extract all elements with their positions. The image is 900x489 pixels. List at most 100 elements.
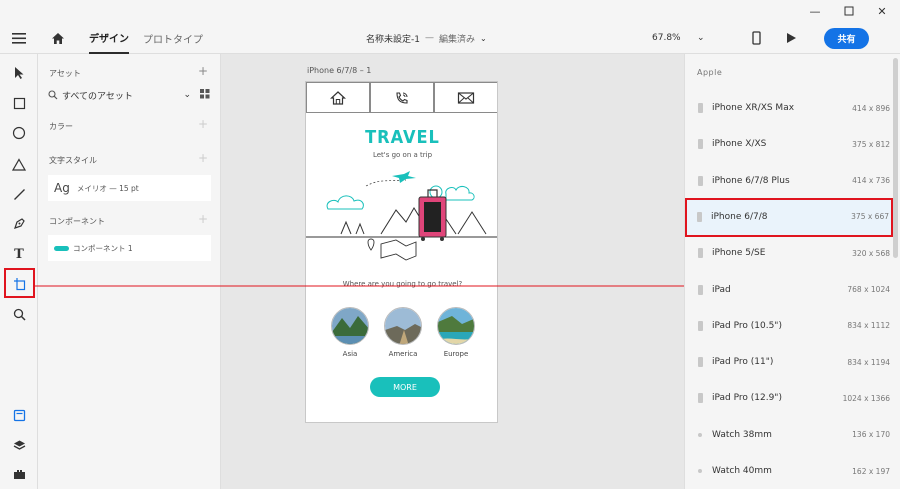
device-size: 414 x 896 [852,103,890,113]
phone-device-icon [698,284,703,295]
more-button[interactable]: MORE [370,377,440,397]
tab-prototype[interactable]: プロトタイプ [143,22,203,54]
play-preview-icon[interactable] [786,22,797,54]
mail-icon [457,91,475,104]
assets-panel: アセット + すべてのアセット ⌄ カラー + 文字スタイル + Ag メイリオ… [38,54,221,489]
share-button[interactable]: 共有 [824,28,869,49]
ellipse-tool-icon[interactable] [7,121,31,145]
travel-subtitle: Let's go on a trip [372,151,433,159]
device-name: Watch 40mm [712,466,772,476]
maximize-icon[interactable] [831,0,867,22]
travel-title: TRAVEL [365,127,440,148]
text-tool-icon[interactable]: T [7,242,31,266]
chevron-down-icon: ⌄ [183,90,191,100]
device-preset-item[interactable]: iPad 768 x 1024 [685,272,900,308]
device-name: iPhone XR/XS Max [712,103,795,113]
device-size: 162 x 197 [852,466,890,476]
destination-label-america: America [388,350,418,358]
text-style-sample: Ag [54,181,70,195]
phone-device-icon [698,103,703,113]
device-size: 375 x 812 [852,139,890,149]
device-size: 834 x 1194 [847,357,890,367]
assets-panel-icon[interactable] [7,403,31,427]
watch-device-icon [698,432,702,437]
device-size: 320 x 568 [852,248,890,258]
device-name: iPhone 6/7/8 Plus [712,175,790,186]
zoom-tool-icon[interactable] [7,302,31,326]
device-preset-item[interactable]: iPad Pro (12.9") 1024 x 1366 [685,380,900,416]
home-outline-icon [330,90,346,105]
search-icon [48,90,58,100]
destination-label-asia: Asia [342,350,358,358]
device-preset-item[interactable]: Watch 38mm 136 x 170 [685,417,900,453]
device-size: 414 x 736 [852,176,890,186]
document-title[interactable]: 名称未設定-1 — 編集済み ⌄ [366,22,487,54]
device-size: 768 x 1024 [847,285,890,294]
device-name: iPhone X/XS [712,139,767,150]
zoom-chevron-icon[interactable]: ⌄ [697,22,705,54]
add-color-icon[interactable]: + [198,117,208,131]
asset-filter-label: すべてのアセット [62,91,133,102]
device-preset-item[interactable]: iPad Pro (11") 834 x 1194 [685,344,900,380]
device-preset-item[interactable]: iPad Pro (10.5") 834 x 1112 [685,308,900,344]
polygon-tool-icon[interactable] [7,152,31,176]
pen-tool-icon[interactable] [7,212,31,236]
device-preview-icon[interactable] [752,22,761,54]
phone-device-icon [698,175,703,186]
text-style-item[interactable]: Ag メイリオ — 15 pt [48,175,211,201]
device-preset-item[interactable]: iPhone 5/SE 320 x 568 [685,235,900,271]
add-text-style-icon[interactable]: + [198,151,208,165]
asset-filter-select[interactable]: すべてのアセット ⌄ [48,87,191,103]
tab-design[interactable]: デザイン [89,22,129,54]
plugins-icon[interactable] [7,462,31,486]
component-name: コンポーネント 1 [73,243,133,253]
highlight-artboard-tool [4,268,35,298]
phone-device-icon [698,357,703,368]
add-component-icon[interactable]: + [198,212,208,226]
device-group-label: Apple [697,68,723,77]
zoom-level[interactable]: 67.8% [652,22,681,54]
text-style-name: メイリオ — 15 pt [76,183,139,193]
chevron-down-icon: ⌄ [480,33,487,43]
grid-view-icon[interactable] [200,89,210,102]
close-icon[interactable]: ✕ [864,0,900,22]
device-name: iPhone 5/SE [712,248,766,259]
nav-home[interactable] [306,82,370,113]
hamburger-menu-icon[interactable] [12,22,26,54]
nav-phone[interactable] [370,82,434,113]
artboard-preset-panel: Apple iPhone XR/XS Max 414 x 896 iPhone X/… [684,54,900,489]
device-preset-item[interactable]: iPhone 6/7/8 Plus 414 x 736 [685,163,900,199]
device-name: iPad [712,284,731,295]
minimize-icon[interactable]: — [797,0,833,22]
device-preset-item[interactable]: iPhone 6/7/8 375 x 667 [684,199,900,235]
artboard[interactable]: TRAVEL Let's go on a trip Where are you … [305,81,498,423]
destination-image-america[interactable] [384,307,422,345]
device-preset-item[interactable]: iPhone X/XS 375 x 812 [685,126,900,162]
device-preset-item[interactable]: Watch 40mm 162 x 197 [685,453,900,489]
device-name: Watch 38mm [712,429,772,440]
destination-image-europe[interactable] [437,307,475,345]
artboard-label[interactable]: iPhone 6/7/8 – 1 [307,66,371,75]
component-thumbnail [54,245,69,251]
add-asset-icon[interactable]: + [198,64,208,78]
select-tool-icon[interactable] [7,61,31,85]
destination-image-asia[interactable] [331,307,369,345]
phone-device-icon [698,393,703,404]
title-bar: — ✕ [0,0,900,22]
component-item[interactable]: コンポーネント 1 [48,235,211,261]
device-size: 1024 x 1366 [842,393,890,403]
app-toolbar: デザイン プロトタイプ 名称未設定-1 — 編集済み ⌄ 67.8% ⌄ 共有 [0,22,900,54]
layers-icon[interactable] [7,433,31,457]
phone-device-icon [698,139,703,150]
canvas[interactable]: iPhone 6/7/8 – 1 TRAVEL Let's go on a tr… [221,54,684,489]
home-icon[interactable] [51,22,65,54]
doc-status: 編集済み [438,34,475,45]
nav-mail[interactable] [434,82,497,113]
assets-header: アセット [49,69,81,78]
device-preset-item[interactable]: iPhone XR/XS Max 414 x 896 [685,90,900,126]
line-tool-icon[interactable] [7,182,31,206]
device-name: iPad Pro (11") [712,357,774,368]
rectangle-tool-icon[interactable] [7,91,31,115]
components-label: コンポーネント [49,217,105,226]
device-name: iPad Pro (10.5") [712,320,782,331]
